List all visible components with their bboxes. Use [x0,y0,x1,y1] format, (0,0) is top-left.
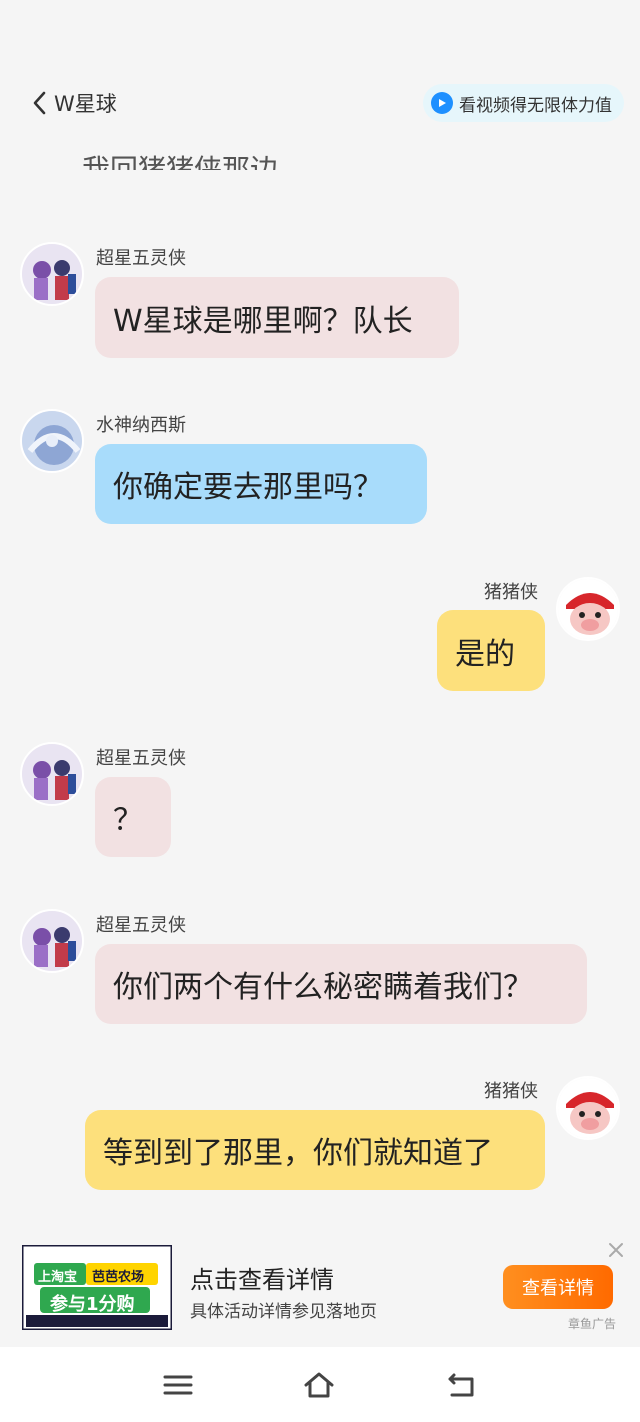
avatar[interactable] [20,242,84,306]
avatar[interactable] [20,409,84,473]
sender-name: 超星五灵侠 [96,248,186,269]
chevron-left-icon [33,91,46,115]
ad-banner[interactable]: 上淘宝 芭芭农场 参与1分购 点击查看详情 具体活动详情参见落地页 查看详情 章… [0,1232,640,1344]
back-button[interactable]: W星球 [30,88,117,118]
sender-name: 水神纳西斯 [96,415,186,436]
ad-tag: 章鱼广告 [568,1317,617,1331]
chat-header: W星球 看视频得无限体力值 [0,60,640,150]
ad-image-text: 参与1分购 [50,1294,135,1315]
message-bubble[interactable]: W星球是哪里啊？队长 [95,277,459,358]
avatar[interactable] [20,742,84,806]
return-icon[interactable] [446,1369,478,1401]
avatar[interactable] [556,1076,620,1140]
message-bubble[interactable]: ？ [95,777,171,857]
message-bubble[interactable]: 你们两个有什么秘密瞒着我们？ [95,944,587,1024]
play-icon [431,92,453,114]
sender-name: 超星五灵侠 [96,748,186,769]
watch-video-promo[interactable]: 看视频得无限体力值 [423,84,624,122]
chat-title: W星球 [54,92,117,116]
message-bubble[interactable]: 等到到了那里，你们就知道了 [85,1110,545,1190]
avatar[interactable] [556,577,620,641]
system-nav-bar [0,1347,640,1422]
ad-subtitle: 具体活动详情参见落地页 [190,1302,377,1322]
menu-icon[interactable] [162,1369,194,1401]
ad-image[interactable]: 上淘宝 芭芭农场 参与1分购 [22,1245,172,1330]
message-bubble[interactable]: 你确定要去那里吗？ [95,444,427,524]
ad-image-text: 上淘宝 [38,1270,78,1285]
sender-name: 猪猪侠 [484,1081,538,1102]
home-icon[interactable] [303,1369,335,1401]
ad-image-text: 芭芭农场 [92,1270,145,1285]
message-bubble[interactable]: 是的 [437,610,545,691]
promo-label: 看视频得无限体力值 [459,95,612,116]
close-icon[interactable] [606,1240,626,1260]
sender-name: 猪猪侠 [484,582,538,603]
ad-details-button[interactable]: 查看详情 [503,1265,613,1309]
avatar[interactable] [20,909,84,973]
ad-title[interactable]: 点击查看详情 [190,1260,334,1295]
sender-name: 超星五灵侠 [96,915,186,936]
